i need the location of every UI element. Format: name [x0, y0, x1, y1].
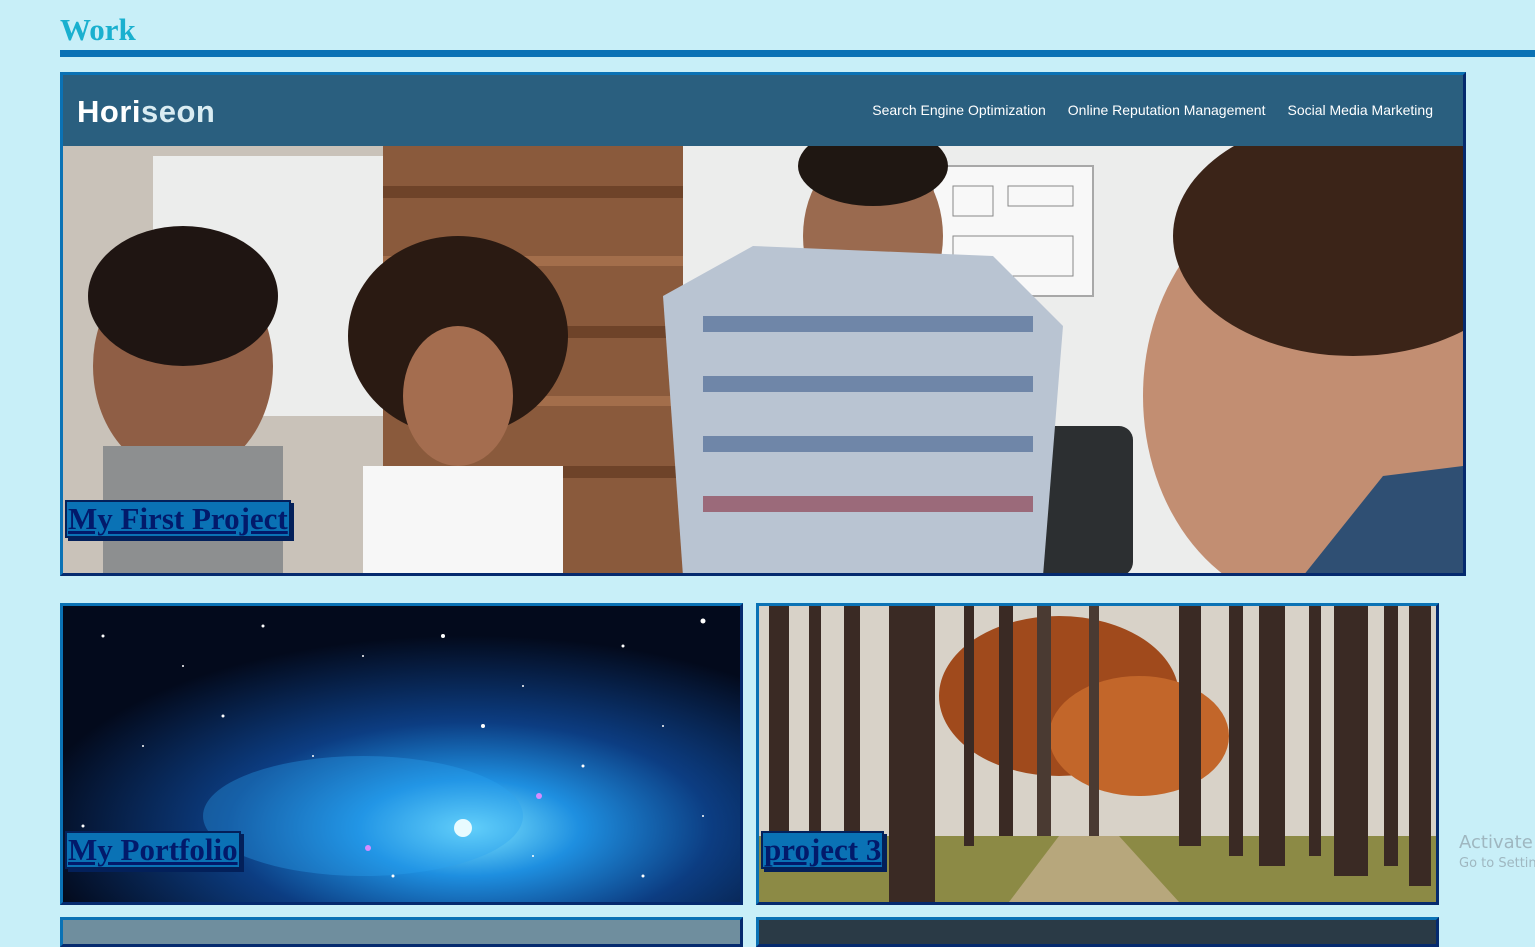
- horiseon-nav: Search Engine Optimization Online Reputa…: [872, 102, 1433, 118]
- section-title: Work: [60, 12, 136, 47]
- nav-item-seo: Search Engine Optimization: [872, 102, 1046, 118]
- project-link-first[interactable]: My First Project: [65, 500, 291, 538]
- project-link-3[interactable]: project 3: [761, 831, 885, 869]
- horiseon-logo: Horiseon: [77, 94, 216, 129]
- project-card-first[interactable]: Horiseon Search Engine Optimization Onli…: [60, 72, 1466, 576]
- project-card-3[interactable]: project 3: [756, 603, 1439, 905]
- project-card-portfolio[interactable]: My Portfolio: [60, 603, 743, 905]
- horiseon-header: Horiseon Search Engine Optimization Onli…: [63, 75, 1463, 146]
- project-link-portfolio[interactable]: My Portfolio: [65, 831, 241, 869]
- project-card-4[interactable]: [60, 917, 743, 947]
- nav-item-reputation: Online Reputation Management: [1067, 102, 1266, 118]
- section-divider: [60, 50, 1535, 57]
- project-card-5[interactable]: [756, 917, 1439, 947]
- nav-item-social: Social Media Marketing: [1287, 102, 1433, 118]
- activation-watermark: Activate Go to Settin: [1459, 832, 1535, 871]
